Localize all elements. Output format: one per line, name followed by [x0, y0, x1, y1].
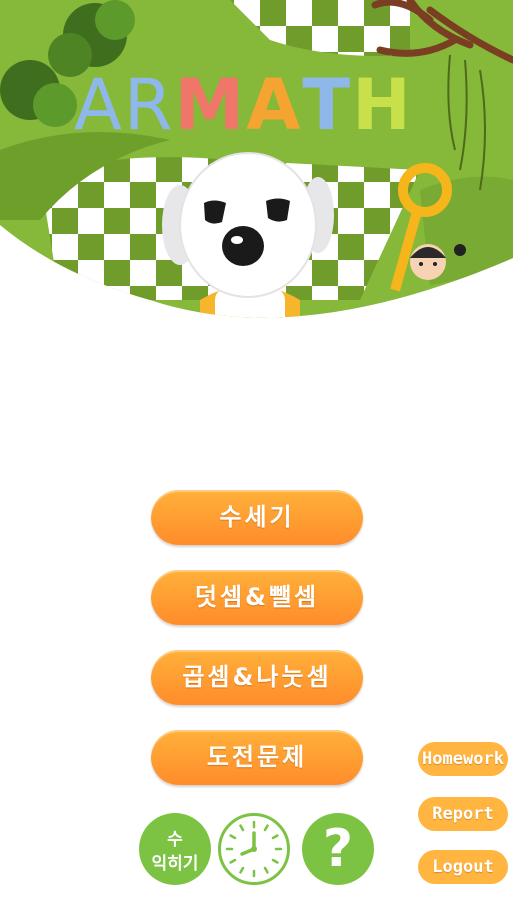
- homework-button[interactable]: Homework: [418, 742, 508, 776]
- clock-button[interactable]: [218, 813, 290, 885]
- number-practice-button[interactable]: 수 익히기: [139, 813, 211, 885]
- hero-scene: [0, 0, 513, 318]
- practice-label-line1: 수: [167, 830, 183, 850]
- multiply-divide-button[interactable]: 곱셈&나눗셈: [151, 650, 363, 705]
- logout-button[interactable]: Logout: [418, 850, 508, 884]
- practice-label-line2: 익히기: [151, 854, 199, 874]
- logo-letter-t: T: [302, 64, 353, 146]
- header-illustration: ARMATH: [0, 0, 513, 330]
- logo-letter-a2: A: [246, 64, 303, 146]
- add-subtract-button[interactable]: 덧셈&뺄셈: [151, 570, 363, 625]
- app-logo: ARMATH: [74, 70, 444, 140]
- challenge-button[interactable]: 도전문제: [151, 730, 363, 785]
- logo-letter-r: R: [123, 64, 175, 146]
- counting-button[interactable]: 수세기: [151, 490, 363, 545]
- clock-icon: [225, 820, 283, 878]
- report-button[interactable]: Report: [418, 797, 508, 831]
- logo-letter-m: M: [174, 64, 247, 146]
- logo-letter-a: A: [74, 64, 124, 146]
- logo-letter-h: H: [352, 64, 413, 146]
- help-button[interactable]: ?: [302, 813, 374, 885]
